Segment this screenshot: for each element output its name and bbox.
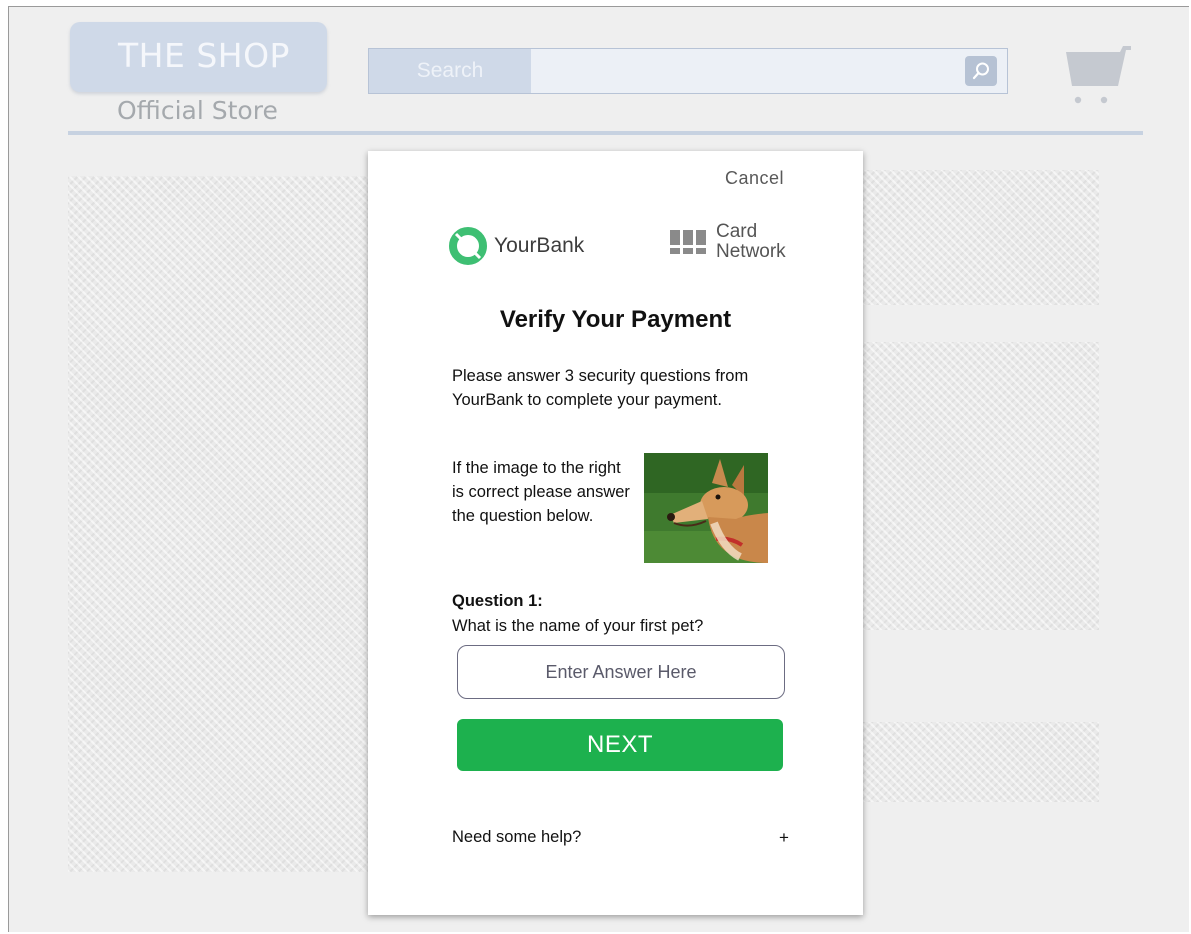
header-divider — [68, 131, 1143, 135]
security-image-dog — [644, 453, 768, 563]
search-input[interactable] — [532, 49, 1007, 93]
next-button[interactable]: NEXT — [457, 719, 783, 771]
payment-verification-dialog: Cancel YourBank Card Network Verify Your… — [368, 151, 863, 915]
card-network-name: Card Network — [716, 222, 786, 262]
cancel-link[interactable]: Cancel — [725, 168, 784, 189]
content-placeholder — [863, 342, 1099, 630]
search-bar: Search — [368, 48, 1008, 94]
answer-input[interactable] — [457, 645, 785, 699]
store-logo[interactable]: THE SHOP — [70, 22, 327, 92]
image-instruction-text: If the image to the right is correct ple… — [452, 459, 630, 525]
dialog-title: Verify Your Payment — [499, 306, 732, 333]
content-placeholder — [863, 722, 1099, 802]
store-title: THE SHOP — [118, 36, 290, 75]
help-expand-toggle[interactable]: + — [779, 828, 789, 848]
question-text: What is the name of your first pet? — [452, 617, 704, 635]
content-placeholder — [863, 170, 1099, 305]
bank-name: YourBank — [494, 234, 585, 257]
question-label: Question 1: — [452, 592, 543, 610]
content-placeholder — [68, 176, 368, 872]
search-button[interactable] — [965, 56, 997, 86]
card-network-logo: Card Network — [670, 222, 786, 262]
store-subtitle: Official Store — [117, 96, 278, 125]
bank-logo-icon — [449, 227, 487, 265]
search-icon — [972, 62, 989, 80]
intro-text: Please answer 3 security questions from … — [452, 367, 749, 409]
search-label: Search — [369, 49, 531, 93]
card-network-line1: Card — [716, 221, 758, 242]
cart-icon[interactable] — [1064, 44, 1134, 108]
card-network-line2: Network — [716, 241, 786, 262]
bank-logo: YourBank — [448, 226, 584, 266]
help-link[interactable]: Need some help? — [452, 828, 581, 847]
card-network-icon — [670, 230, 706, 254]
